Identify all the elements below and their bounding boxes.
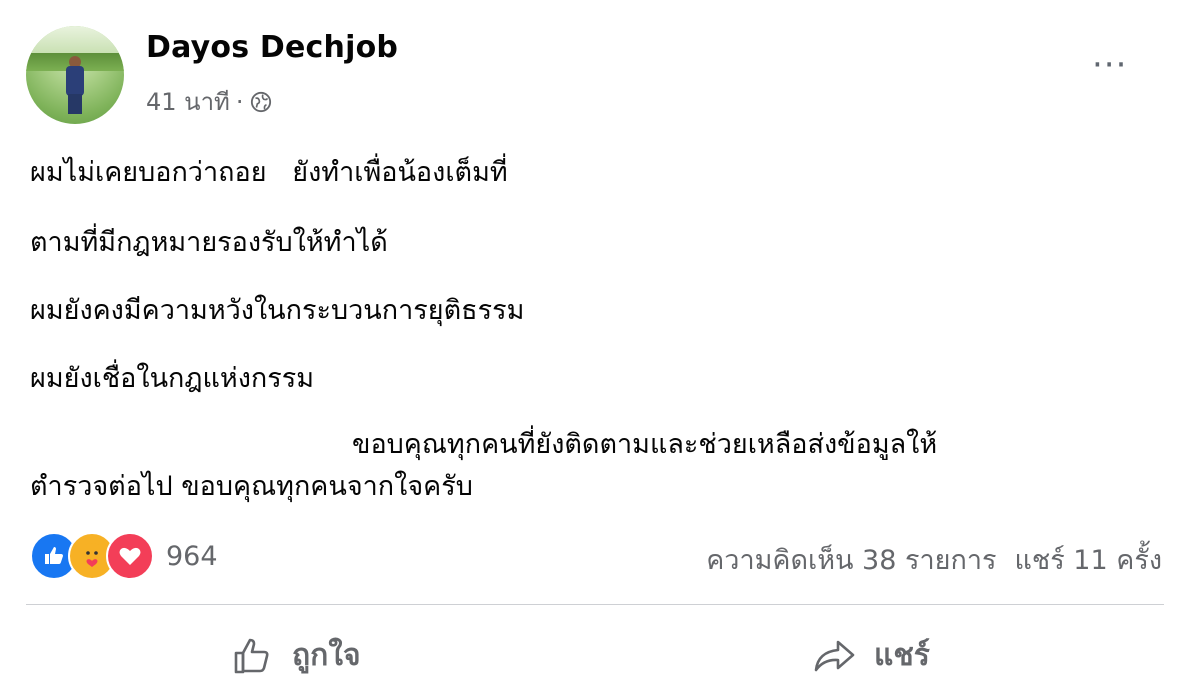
- post-text-line-1: ผมไม่เคยบอกว่าถอย ยังทำเพื่อน้องเต็มที่: [30, 157, 508, 188]
- post-time[interactable]: 41 นาที: [146, 82, 230, 121]
- thumbs-up-icon: [234, 638, 269, 673]
- globe-icon: [250, 91, 271, 112]
- facebook-post: Dayos Dechjob 41 นาที · ··· ผมไม่เคยบอกว…: [0, 0, 1200, 696]
- like-label: ถูกใจ: [292, 638, 361, 673]
- more-options-button[interactable]: ···: [1092, 48, 1127, 82]
- avatar-person-body: [66, 66, 84, 96]
- engagement-stats: ความคิดเห็น 38 รายการ แชร์ 11 ครั้ง: [706, 538, 1162, 581]
- post-text-line-6: ตำรวจต่อไป ขอบคุณทุกคนจากใจครับ: [30, 471, 473, 502]
- shares-count-link[interactable]: แชร์ 11 ครั้ง: [1015, 538, 1163, 581]
- post-text-line-3: ผมยังคงมีความหวังในกระบวนการยุติธรรม: [30, 295, 525, 326]
- post-text-line-4: ผมยังเชื่อในกฎแห่งกรรม: [30, 363, 315, 394]
- share-button[interactable]: แชร์: [812, 632, 930, 679]
- comments-count-link[interactable]: ความคิดเห็น 38 รายการ: [706, 538, 996, 581]
- author-avatar[interactable]: [26, 26, 124, 124]
- post-text-line-5: ขอบคุณทุกคนที่ยังติดตามและช่วยเหลือส่งข้…: [352, 429, 938, 460]
- share-label: แชร์: [874, 638, 930, 673]
- like-button[interactable]: ถูกใจ: [232, 632, 361, 679]
- reactions-summary[interactable]: 964: [30, 532, 218, 580]
- author-name[interactable]: Dayos Dechjob: [146, 30, 398, 65]
- meta-separator: ·: [235, 87, 244, 116]
- love-icon: [106, 532, 154, 580]
- post-text-line-2: ตามที่มีกฎหมายรองรับให้ทำได้: [30, 227, 388, 258]
- reaction-count: 964: [166, 540, 218, 572]
- share-arrow-icon: [814, 640, 855, 671]
- avatar-person-legs: [68, 94, 82, 114]
- actions-divider: [26, 604, 1164, 605]
- post-meta: 41 นาที ·: [146, 82, 272, 121]
